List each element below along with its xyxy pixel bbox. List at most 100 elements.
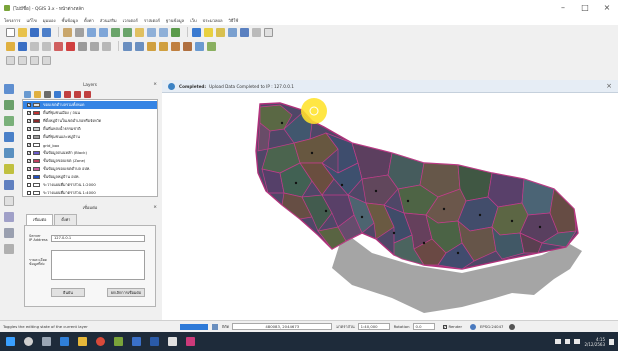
menu-item[interactable]: ตั้งค่า [84,17,94,24]
close-button[interactable]: × [596,0,618,16]
message-log-icon[interactable] [509,323,516,330]
minimize-button[interactable]: – [552,0,574,16]
disconnect-button[interactable]: ยกเลิกการเชื่อมต่อ [107,288,145,297]
tab-settings[interactable]: ตั้งค่า [54,214,78,225]
menu-item[interactable]: แก้ไข [26,17,36,24]
layer-visibility-checkbox[interactable]: ✓ [27,159,31,163]
layer-item[interactable]: ระวางแผนที่มาตราส่วน 1:4000 [23,189,157,197]
layer-item[interactable]: ✓ ชั้นข้อมูลหมู่บ้าน อปท. [23,173,157,181]
layer-item[interactable]: ✓ พื้นที่ชุมชนและหมู่บ้าน [23,133,157,141]
open-project-icon[interactable] [18,27,27,37]
layer-styling-icon[interactable] [24,90,31,98]
layer-item[interactable]: ✓ พื้นที่แหล่งน้ำธรรมชาติ [23,125,157,133]
add-vector-layer-icon[interactable] [4,100,14,110]
layer-visibility-checkbox[interactable]: ✓ [27,167,31,171]
layer-visibility-checkbox[interactable]: ✓ [27,111,31,115]
identify-features-icon[interactable] [192,27,201,37]
zoom-next-icon[interactable] [159,27,168,37]
layer-item[interactable]: ✓ ที่ตั้งหมู่บ้านในเขตอำเภอหรือจังหวัด [23,117,157,125]
layer-item[interactable]: ✓ พื้นที่ชุมชนเมือง / ถนน [23,109,157,117]
measure-icon[interactable] [252,27,261,37]
language-icon[interactable] [574,339,581,344]
menu-item[interactable]: ราสเตอร์ [144,17,160,24]
store-icon[interactable] [132,337,141,346]
layer-item[interactable]: ✓ grid_box [23,141,157,149]
trace-icon[interactable] [42,55,51,65]
collapse-all-icon[interactable] [74,90,81,98]
menu-item[interactable]: ประมวลผล [203,17,223,24]
add-spatialite-icon[interactable] [4,148,14,158]
digitize-tool-icon[interactable] [6,55,15,65]
data-source-manager-icon[interactable] [4,84,14,94]
pan-map-icon[interactable] [63,27,72,37]
deselect-icon[interactable] [216,27,225,37]
expand-all-icon[interactable] [64,90,71,98]
diagram-icon[interactable] [195,41,204,51]
menu-item[interactable]: เวกเตอร์ [123,17,138,24]
close-icon[interactable]: × [153,203,157,212]
zoom-last-icon[interactable] [147,27,156,37]
network-icon[interactable] [555,339,562,344]
menu-item[interactable]: วิธีใช้ [229,17,239,24]
close-icon[interactable]: × [153,80,157,89]
details-textarea[interactable] [51,250,145,280]
layer-visibility-checkbox[interactable]: ✓ [27,135,31,139]
add-raster-layer-icon[interactable] [4,116,14,126]
plugin-icon[interactable] [207,41,216,51]
move-feature-icon[interactable] [42,41,51,51]
layer-item[interactable]: ✓ ขอบเขตตำบลรวมทั้งหมด [23,101,157,109]
rotation-field[interactable]: 0.0 [412,323,435,330]
snapping-icon[interactable] [30,55,39,65]
add-feature-icon[interactable] [30,41,39,51]
confirm-button[interactable]: ยืนยัน [51,288,85,297]
pin-label-icon[interactable] [135,41,144,51]
virtual-layer-icon[interactable] [4,244,14,254]
new-shapefile-icon[interactable] [4,212,14,222]
layer-visibility-checkbox[interactable]: ✓ [27,175,31,179]
menu-item[interactable]: ชั้นข้อมูล [62,17,78,24]
add-wfs-icon[interactable] [4,196,14,206]
rotate-label-icon[interactable] [171,41,180,51]
zoom-selection-icon[interactable] [135,27,144,37]
clock[interactable]: 4:15 2/12/2563 [584,337,605,347]
show-label-icon[interactable] [147,41,156,51]
coordinate-field[interactable]: 480083, 2044673 [232,323,333,330]
save-edits-icon[interactable] [18,41,27,51]
paste-features-icon[interactable] [102,41,111,51]
volume-icon[interactable] [565,339,571,344]
add-postgis-icon[interactable] [4,132,14,142]
messages-icon[interactable] [212,323,218,330]
manage-themes-icon[interactable] [44,90,51,98]
save-as-icon[interactable] [42,27,51,37]
vertex-tool-icon[interactable] [54,41,63,51]
zoom-in-icon[interactable] [87,27,96,37]
layer-item[interactable]: ✓ ชั้นข้อมูลขอบเขตตำบล อปท. [23,165,157,173]
menu-item[interactable]: โครงการ [4,17,20,24]
notification-icon[interactable] [609,338,614,345]
crs-label[interactable]: EPSG:24047 [480,324,503,329]
task-view-icon[interactable] [42,337,51,346]
layer-item[interactable]: ระวางแผนที่มาตราส่วน 1:2000 [23,181,157,189]
refresh-icon[interactable] [171,27,180,37]
layer-visibility-checkbox[interactable]: ✓ [27,151,31,155]
add-group-icon[interactable] [34,90,41,98]
copy-features-icon[interactable] [90,41,99,51]
select-features-icon[interactable] [204,27,213,37]
temporary-layer-icon[interactable] [4,228,14,238]
windows-start-icon[interactable] [6,337,15,346]
chrome-icon[interactable] [96,337,105,346]
close-icon[interactable]: × [606,82,612,90]
filter-legend-icon[interactable] [54,90,61,98]
zoom-full-icon[interactable] [111,27,120,37]
menu-item[interactable]: ฐานข้อมูล [166,17,184,24]
tab-connect[interactable]: เชื่อมต่อ [26,214,54,225]
menu-item[interactable]: มุมมอง [43,17,56,24]
layer-item[interactable]: ✓ ชั้นข้อมูลถนนหลัก (Block) [23,149,157,157]
search-icon[interactable] [24,337,33,346]
server-ip-input[interactable]: 127.0.0.1 [51,235,145,242]
scale-field[interactable]: 1:40,000 [357,323,390,330]
map-canvas[interactable] [162,93,618,320]
zoom-layer-icon[interactable] [123,27,132,37]
layer-visibility-checkbox[interactable]: ✓ [27,127,31,131]
add-wms-icon[interactable] [4,180,14,190]
